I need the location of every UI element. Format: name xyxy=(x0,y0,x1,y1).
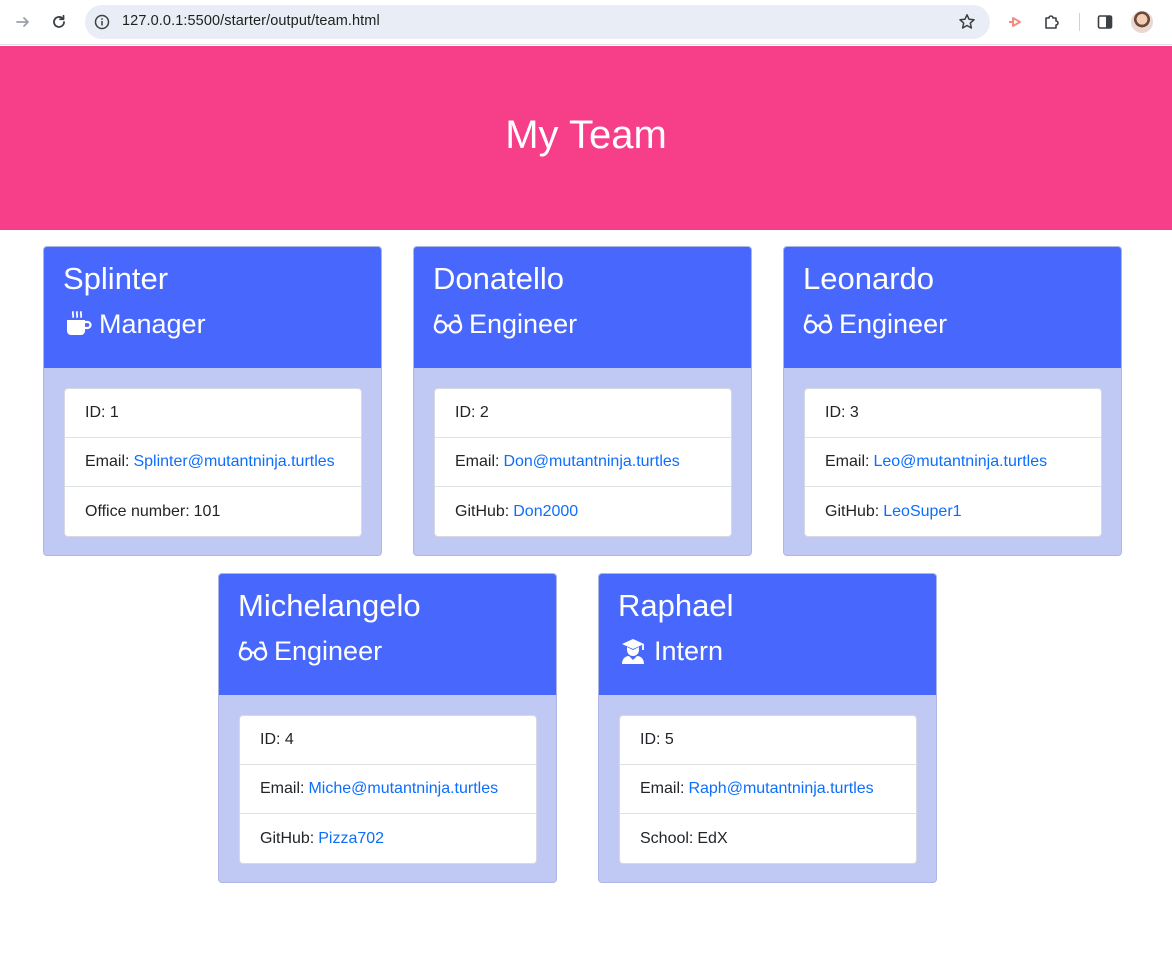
employee-role: Manager xyxy=(63,308,362,340)
extra-label: GitHub: xyxy=(455,502,510,520)
details-list: ID: 1 Email: Splinter@mutantninja.turtle… xyxy=(64,388,362,537)
office-number-value: 101 xyxy=(193,502,221,520)
extra-row: GitHub: LeoSuper1 xyxy=(805,487,1101,536)
employee-name: Raphael xyxy=(618,588,734,623)
card-header: Michelangelo Engineer xyxy=(219,574,556,695)
forward-button[interactable] xyxy=(9,8,37,36)
graduate-icon xyxy=(618,636,648,666)
role-label: Engineer xyxy=(274,636,383,666)
url-text[interactable]: 127.0.0.1:5500/starter/output/team.html xyxy=(122,13,380,29)
employee-name: Michelangelo xyxy=(238,588,421,623)
github-link[interactable]: Pizza702 xyxy=(318,830,384,848)
side-panel-button[interactable] xyxy=(1095,12,1115,32)
card-header: Raphael Intern xyxy=(599,574,936,695)
extra-label: GitHub: xyxy=(825,502,880,520)
role-label: Engineer xyxy=(469,309,578,339)
email-label: Email: xyxy=(85,453,130,470)
mug-icon xyxy=(63,309,93,339)
employee-role: Engineer xyxy=(433,308,732,340)
id-value: 2 xyxy=(479,404,489,421)
page-title: My Team xyxy=(505,112,667,157)
employee-name: Leonardo xyxy=(803,261,935,296)
reload-icon xyxy=(53,14,65,28)
employee-card-michelangelo: Michelangelo Engineer ID: 4 Email: Miche… xyxy=(218,573,557,883)
employee-role: Intern xyxy=(618,635,917,667)
email-link[interactable]: Don@mutantninja.turtles xyxy=(503,453,679,471)
extra-row: School: EdX xyxy=(620,814,916,863)
employee-name: Donatello xyxy=(433,261,564,296)
role-label: Intern xyxy=(654,636,724,666)
extra-label: GitHub: xyxy=(260,829,315,847)
id-row: ID: 3 xyxy=(805,389,1101,438)
employee-name: Splinter xyxy=(63,261,169,296)
details-list: ID: 3 Email: Leo@mutantninja.turtles Git… xyxy=(804,388,1102,537)
email-row: Email: Don@mutantninja.turtles xyxy=(435,438,731,487)
email-link[interactable]: Raph@mutantninja.turtles xyxy=(688,780,873,798)
email-label: Email: xyxy=(825,453,870,470)
id-value: 1 xyxy=(109,404,119,421)
role-label: Engineer xyxy=(839,309,948,339)
details-list: ID: 5 Email: Raph@mutantninja.turtles Sc… xyxy=(619,715,917,864)
role-label: Manager xyxy=(99,309,206,339)
side-panel-icon xyxy=(1097,15,1113,29)
email-row: Email: Miche@mutantninja.turtles xyxy=(240,765,536,814)
profile-avatar[interactable] xyxy=(1131,11,1153,33)
id-value: 4 xyxy=(284,731,294,748)
email-label: Email: xyxy=(455,453,500,470)
github-link[interactable]: Don2000 xyxy=(513,503,578,521)
play-extension-icon xyxy=(1009,17,1021,27)
employee-card-splinter: Splinter Manager ID: 1 Email: Splinter@m… xyxy=(43,246,382,556)
employee-role: Engineer xyxy=(803,308,1102,340)
id-label: ID: xyxy=(455,404,476,421)
glasses-icon xyxy=(238,636,268,666)
extra-row: GitHub: Pizza702 xyxy=(240,814,536,863)
email-label: Email: xyxy=(640,780,685,797)
glasses-icon xyxy=(433,309,463,339)
school-value: EdX xyxy=(697,829,728,847)
extra-row: GitHub: Don2000 xyxy=(435,487,731,536)
toolbar-divider xyxy=(1079,13,1080,31)
email-link[interactable]: Splinter@mutantninja.turtles xyxy=(133,453,334,471)
address-bar[interactable]: 127.0.0.1:5500/starter/output/team.html xyxy=(85,5,990,39)
extra-row: Office number: 101 xyxy=(65,487,361,536)
id-label: ID: xyxy=(260,731,281,748)
id-label: ID: xyxy=(640,731,661,748)
github-link[interactable]: LeoSuper1 xyxy=(883,503,961,521)
email-link[interactable]: Miche@mutantninja.turtles xyxy=(308,780,498,798)
card-header: Splinter Manager xyxy=(44,247,381,368)
id-value: 3 xyxy=(849,404,859,421)
details-list: ID: 4 Email: Miche@mutantninja.turtles G… xyxy=(239,715,537,864)
browser-toolbar: 127.0.0.1:5500/starter/output/team.html xyxy=(0,0,1172,45)
extension-icon-red[interactable] xyxy=(1006,12,1026,32)
email-link[interactable]: Leo@mutantninja.turtles xyxy=(873,453,1047,471)
arrow-right-icon xyxy=(16,17,29,27)
card-header: Donatello Engineer xyxy=(414,247,751,368)
card-header: Leonardo Engineer xyxy=(784,247,1121,368)
email-row: Email: Leo@mutantninja.turtles xyxy=(805,438,1101,487)
puzzle-icon xyxy=(1045,15,1059,29)
reload-button[interactable] xyxy=(45,8,73,36)
site-info-icon[interactable] xyxy=(94,14,110,30)
employee-card-raphael: Raphael Intern ID: 5 Email: Raph@mutantn… xyxy=(598,573,937,883)
bookmark-star-icon[interactable] xyxy=(958,13,976,31)
email-row: Email: Raph@mutantninja.turtles xyxy=(620,765,916,814)
employee-card-donatello: Donatello Engineer ID: 2 Email: Don@muta… xyxy=(413,246,752,556)
extensions-button[interactable] xyxy=(1042,12,1062,32)
employee-role: Engineer xyxy=(238,635,537,667)
email-row: Email: Splinter@mutantninja.turtles xyxy=(65,438,361,487)
email-label: Email: xyxy=(260,780,305,797)
id-row: ID: 2 xyxy=(435,389,731,438)
extra-label: School: xyxy=(640,829,694,847)
id-row: ID: 5 xyxy=(620,716,916,765)
id-row: ID: 1 xyxy=(65,389,361,438)
employee-card-leonardo: Leonardo Engineer ID: 3 Email: Leo@mutan… xyxy=(783,246,1122,556)
page-header: My Team xyxy=(0,46,1172,230)
glasses-icon xyxy=(803,309,833,339)
id-label: ID: xyxy=(85,404,106,421)
id-row: ID: 4 xyxy=(240,716,536,765)
id-label: ID: xyxy=(825,404,846,421)
id-value: 5 xyxy=(664,731,674,748)
extra-label: Office number: xyxy=(85,502,190,520)
details-list: ID: 2 Email: Don@mutantninja.turtles Git… xyxy=(434,388,732,537)
